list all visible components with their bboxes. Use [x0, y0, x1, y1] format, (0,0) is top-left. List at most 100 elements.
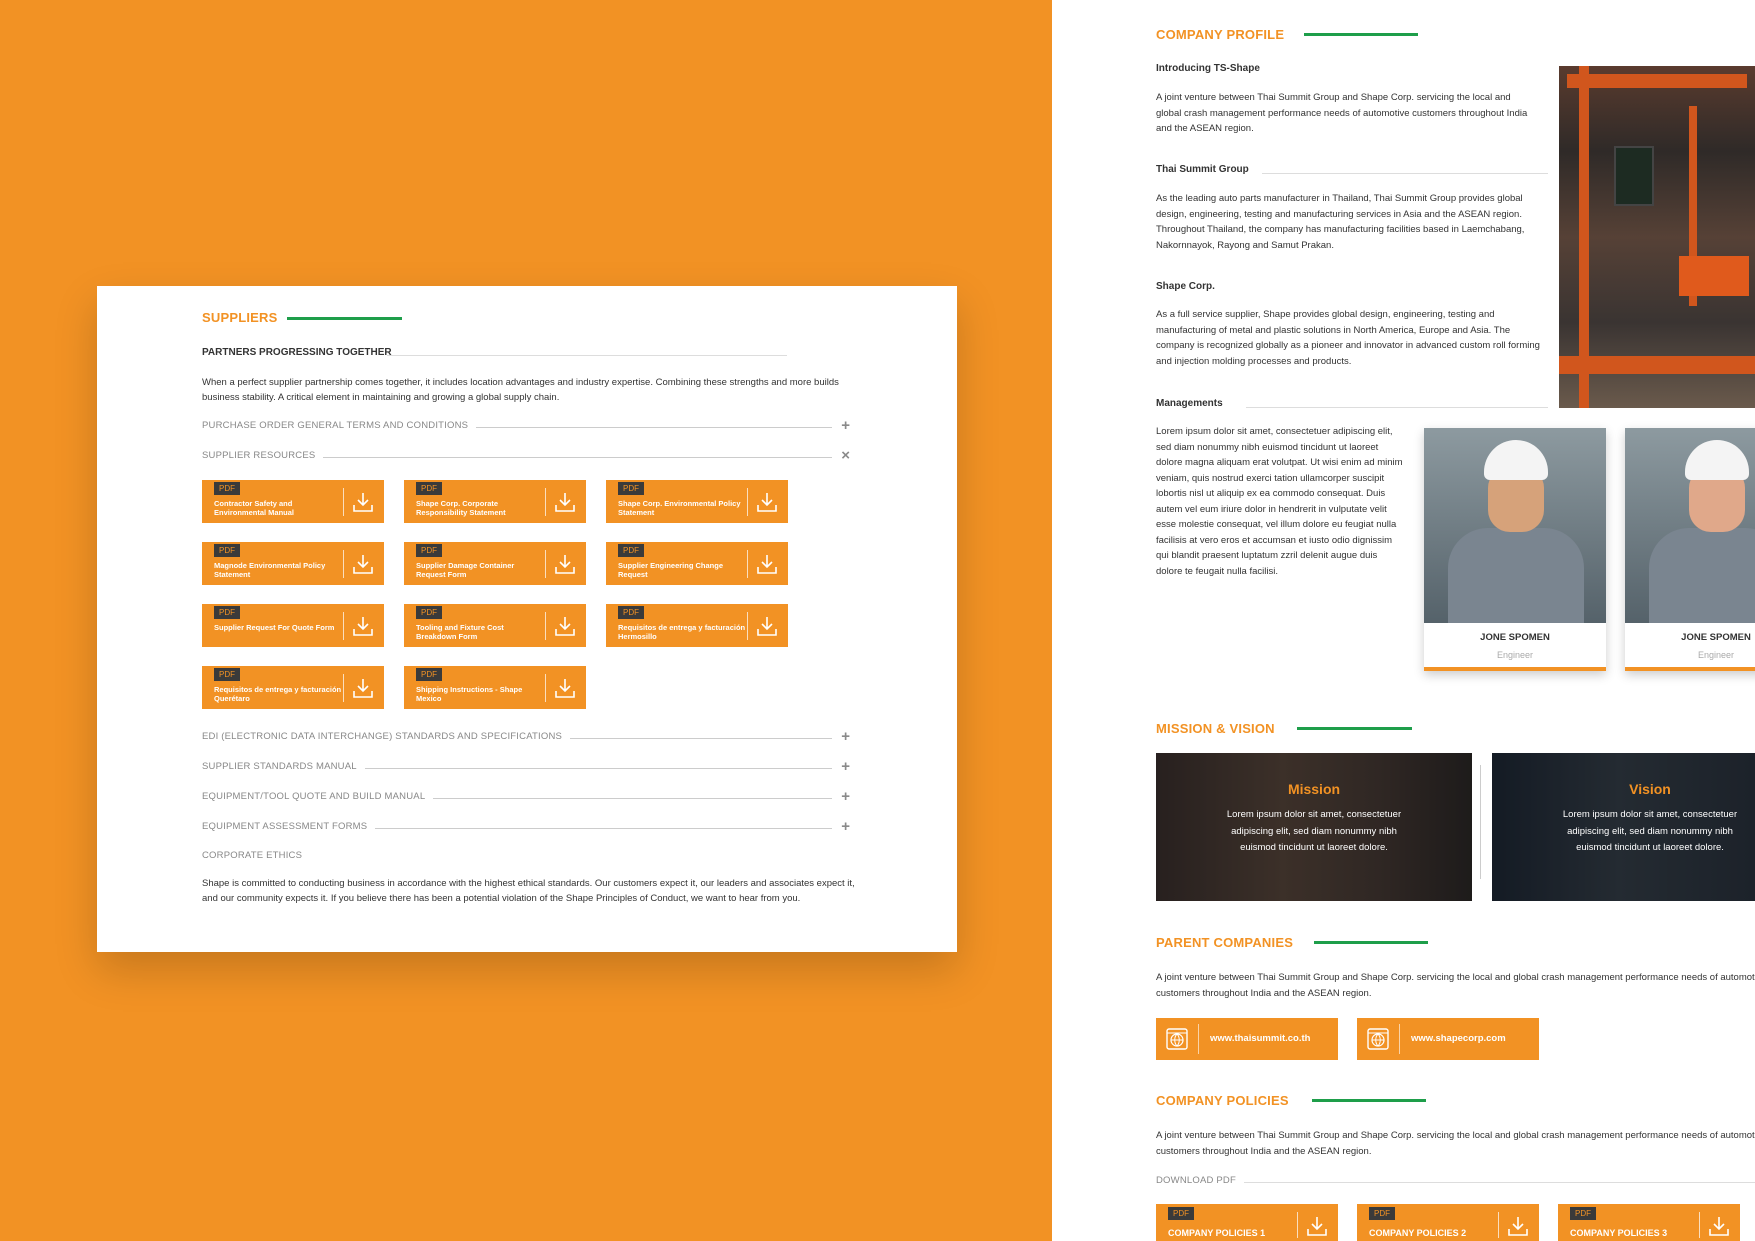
- plus-icon[interactable]: +: [841, 728, 850, 745]
- intro-text: A joint venture between Thai Summit Grou…: [1156, 92, 1528, 134]
- title-underline: [287, 317, 402, 320]
- download-label: Shape Corp. Environmental Policy Stateme…: [618, 499, 741, 517]
- download-icon: [555, 679, 575, 698]
- website-link-thaisummit[interactable]: www.thaisummit.co.th: [1156, 1018, 1338, 1060]
- pdf-badge: PDF: [1570, 1207, 1596, 1220]
- accordion-label: EQUIPMENT/TOOL QUOTE AND BUILD MANUAL: [202, 791, 434, 802]
- download-button[interactable]: PDF Contractor Safety and Environmental …: [202, 480, 384, 523]
- download-label: Supplier Request For Quote Form: [214, 623, 335, 632]
- divider: [545, 674, 546, 702]
- pdf-badge: PDF: [416, 668, 442, 681]
- mission-heading: Mission: [1287, 781, 1341, 797]
- divider: [343, 612, 344, 640]
- divider: [1198, 1024, 1199, 1054]
- pdf-badge: PDF: [214, 668, 240, 681]
- download-button[interactable]: PDF Shape Corp. Environmental Policy Sta…: [606, 480, 788, 523]
- download-button[interactable]: PDF Supplier Engineering Change Request: [606, 542, 788, 585]
- profile-photo: [1424, 428, 1606, 623]
- divider: [545, 612, 546, 640]
- divider: [545, 550, 546, 578]
- download-button[interactable]: PDF Requisitos de entrega y facturación …: [202, 666, 384, 709]
- accordion-tool-quote[interactable]: EQUIPMENT/TOOL QUOTE AND BUILD MANUAL +: [202, 788, 850, 805]
- download-button[interactable]: PDF Supplier Request For Quote Form: [202, 604, 384, 647]
- pdf-badge: PDF: [416, 544, 442, 557]
- policy-download-button[interactable]: PDF COMPANY POLICIES 3: [1558, 1204, 1740, 1241]
- intro-heading: Introducing TS-Shape: [1156, 63, 1260, 74]
- globe-icon: [1367, 1028, 1389, 1050]
- accordion-supplier-resources[interactable]: SUPPLIER RESOURCES ×: [202, 447, 850, 464]
- divider: [747, 488, 748, 516]
- download-label: Shape Corp. Corporate Responsibility Sta…: [416, 499, 506, 517]
- download-label: Requisitos de entrega y facturación Herm…: [618, 623, 746, 641]
- vision-text: Lorem ipsum dolor sit amet, consectetuer…: [1562, 809, 1738, 853]
- vision-heading: Vision: [1629, 781, 1671, 797]
- divider: [1480, 765, 1481, 879]
- divider: [1399, 1024, 1400, 1054]
- download-label: Supplier Damage Container Request Form: [416, 561, 515, 579]
- profile-card[interactable]: JONE SPOMEN Engineer: [1424, 428, 1606, 671]
- pdf-badge: PDF: [618, 544, 644, 557]
- shape-heading: Shape Corp.: [1156, 281, 1215, 292]
- plus-icon[interactable]: +: [841, 417, 850, 434]
- download-button[interactable]: PDF Shipping Instructions - Shape Mexico: [404, 666, 586, 709]
- divider: [387, 355, 787, 356]
- profile-photo: [1625, 428, 1755, 623]
- pdf-badge: PDF: [214, 544, 240, 557]
- policy-label: COMPANY POLICIES 3: [1570, 1228, 1668, 1238]
- download-icon: [1709, 1217, 1729, 1236]
- download-button[interactable]: PDF Tooling and Fixture Cost Breakdown F…: [404, 604, 586, 647]
- accordion-label: SUPPLIER STANDARDS MANUAL: [202, 761, 365, 772]
- policy-label: COMPANY POLICIES 1: [1168, 1228, 1266, 1238]
- right-page: COMPANY PROFILE Introducing TS-Shape A j…: [1052, 0, 1755, 1241]
- profile-name: JONE SPOMEN: [1681, 632, 1751, 643]
- website-link-shapecorp[interactable]: www.shapecorp.com: [1357, 1018, 1539, 1060]
- corporate-ethics-heading: CORPORATE ETHICS: [202, 850, 850, 864]
- accordion-assessment-forms[interactable]: EQUIPMENT ASSESSMENT FORMS +: [202, 818, 850, 835]
- website-url: www.thaisummit.co.th: [1210, 1033, 1311, 1044]
- plus-icon[interactable]: +: [841, 818, 850, 835]
- accordion-standards-manual[interactable]: SUPPLIER STANDARDS MANUAL +: [202, 758, 850, 775]
- divider: [1498, 1212, 1499, 1238]
- download-button[interactable]: PDF Requisitos de entrega y facturación …: [606, 604, 788, 647]
- profile-card[interactable]: JONE SPOMEN Engineer: [1625, 428, 1755, 671]
- download-icon: [757, 555, 777, 574]
- close-icon[interactable]: ×: [841, 447, 850, 464]
- pdf-badge: PDF: [416, 482, 442, 495]
- download-button[interactable]: PDF Supplier Damage Container Request Fo…: [404, 542, 586, 585]
- accordion-edi[interactable]: EDI (ELECTRONIC DATA INTERCHANGE) STANDA…: [202, 728, 850, 745]
- plus-icon[interactable]: +: [841, 758, 850, 775]
- download-icon: [555, 555, 575, 574]
- thai-summit-text: As the leading auto parts manufacturer i…: [1156, 193, 1525, 251]
- suppliers-card: SUPPLIERS PARTNERS PROGRESSING TOGETHER …: [97, 286, 957, 952]
- policy-download-button[interactable]: PDF COMPANY POLICIES 2: [1357, 1204, 1539, 1241]
- managements-heading: Managements: [1156, 398, 1223, 409]
- download-button[interactable]: PDF Shape Corp. Corporate Responsibility…: [404, 480, 586, 523]
- accordion-purchase-order[interactable]: PURCHASE ORDER GENERAL TERMS AND CONDITI…: [202, 417, 850, 434]
- plus-icon[interactable]: +: [841, 788, 850, 805]
- profile-role: Engineer: [1697, 650, 1735, 660]
- company-policies-title: COMPANY POLICIES: [1156, 1093, 1289, 1108]
- accordion-label: SUPPLIER RESOURCES: [202, 450, 324, 461]
- mission-panel: Mission Lorem ipsum dolor sit amet, cons…: [1156, 753, 1472, 901]
- divider: [343, 550, 344, 578]
- divider: [1297, 1212, 1298, 1238]
- divider: [545, 488, 546, 516]
- pdf-badge: PDF: [1369, 1207, 1395, 1220]
- pdf-badge: PDF: [618, 482, 644, 495]
- title-underline: [1304, 33, 1418, 36]
- download-button[interactable]: PDF Magnode Environmental Policy Stateme…: [202, 542, 384, 585]
- suppliers-subtitle: PARTNERS PROGRESSING TOGETHER: [202, 347, 392, 358]
- policy-download-button[interactable]: PDF COMPANY POLICIES 1: [1156, 1204, 1338, 1241]
- mission-text: Lorem ipsum dolor sit amet, consectetuer…: [1226, 809, 1402, 853]
- download-pdf-label: DOWNLOAD PDF: [1156, 1175, 1236, 1186]
- download-label: Contractor Safety and Environmental Manu…: [214, 499, 295, 517]
- ethics-title: CORPORATE ETHICS: [202, 850, 311, 861]
- download-label: Tooling and Fixture Cost Breakdown Form: [416, 623, 504, 641]
- download-icon: [353, 555, 373, 574]
- divider: [1699, 1212, 1700, 1238]
- accordion-label: EDI (ELECTRONIC DATA INTERCHANGE) STANDA…: [202, 731, 571, 742]
- title-underline: [1314, 941, 1428, 944]
- title-underline: [1312, 1099, 1426, 1102]
- divider: [747, 550, 748, 578]
- download-icon: [555, 617, 575, 636]
